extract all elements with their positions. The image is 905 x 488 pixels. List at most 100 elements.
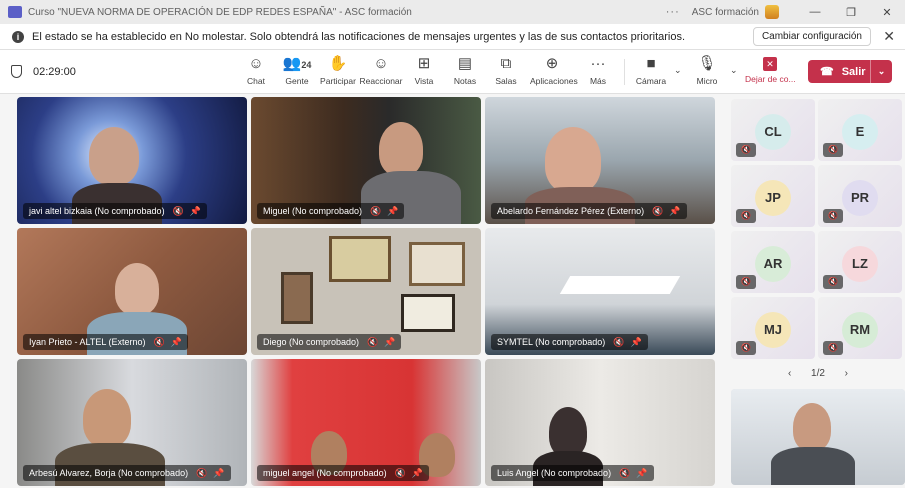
mic-button[interactable]: 🎙 Micro xyxy=(685,54,729,86)
avatar-tile[interactable]: AR 🔇 xyxy=(731,231,815,293)
pin-icon[interactable]: 📌 xyxy=(213,465,224,481)
participant-name-tag: javi altel bizkaia (No comprobado) 🔇 📌 xyxy=(23,203,207,219)
avatar-tile[interactable]: JP 🔇 xyxy=(731,165,815,227)
previous-page-icon[interactable]: ‹ xyxy=(788,368,791,379)
video-tile[interactable]: Abelardo Fernández Pérez (Externo) 🔇 📌 xyxy=(485,97,715,224)
apps-icon: ⊕ xyxy=(545,55,559,72)
mic-off-icon: 🔇 xyxy=(613,337,625,347)
participant-name: Iyan Prieto - ALTEL (Externo) xyxy=(29,337,146,347)
meeting-toolbar: 02:29:00 ☺ Chat 👥24 Gente ✋ Participar ☺… xyxy=(0,50,905,94)
participant-name-tag: miguel angel (No comprobado) 🔇 📌 xyxy=(257,465,430,481)
notes-button[interactable]: ▤ Notas xyxy=(443,54,487,86)
maximize-button[interactable]: ❐ xyxy=(833,6,869,19)
leave-label: Salir xyxy=(841,65,866,78)
conference-table xyxy=(559,276,681,294)
self-video-preview[interactable] xyxy=(731,389,905,485)
pin-icon[interactable]: 📌 xyxy=(387,203,398,219)
gallery-pager: ‹ 1/2 › xyxy=(788,368,848,379)
video-tile[interactable]: Arbesú Alvarez, Borja (No comprobado) 🔇 … xyxy=(17,359,247,486)
participant-name: Diego (No comprobado) xyxy=(263,337,360,347)
mic-off-icon: 🔇 xyxy=(736,341,756,355)
pin-icon[interactable]: 📌 xyxy=(412,465,423,481)
dnd-notice-bar: i El estado se ha establecido en No mole… xyxy=(0,24,905,50)
wall-picture xyxy=(329,236,391,282)
video-tile[interactable]: Miguel (No comprobado) 🔇 📌 xyxy=(251,97,481,224)
video-tile[interactable]: Iyan Prieto - ALTEL (Externo) 🔇 📌 xyxy=(17,228,247,355)
people-count: 24 xyxy=(301,60,312,70)
avatar: MJ xyxy=(755,312,791,348)
org-avatar[interactable] xyxy=(765,5,779,19)
mic-options-chevron-icon[interactable]: ⌄ xyxy=(730,65,738,76)
stop-sharing-label: Dejar de co... xyxy=(745,74,796,84)
participant-face xyxy=(83,389,131,447)
close-notice-icon[interactable]: ✕ xyxy=(883,28,895,45)
react-label: Reaccionar xyxy=(359,76,403,86)
people-icon: 👥 xyxy=(282,55,302,72)
mic-off-icon: 🔇 xyxy=(652,206,664,216)
pin-icon[interactable]: 📌 xyxy=(636,465,647,481)
participant-name: Miguel (No comprobado) xyxy=(263,206,363,216)
video-tile[interactable]: SYMTEL (No comprobado) 🔇 📌 xyxy=(485,228,715,355)
more-button[interactable]: ··· Más xyxy=(576,54,620,86)
video-grid: javi altel bizkaia (No comprobado) 🔇 📌 M… xyxy=(0,95,725,488)
pin-icon[interactable]: 📌 xyxy=(630,334,641,350)
window-titlebar: Curso "NUEVA NORMA DE OPERACIÓN DE EDP R… xyxy=(0,0,905,24)
people-button[interactable]: 👥24 Gente xyxy=(275,54,319,86)
avatar: LZ xyxy=(842,246,878,282)
participant-face xyxy=(379,122,423,176)
stop-sharing-button[interactable]: ✕ Dejar de co... xyxy=(745,54,796,84)
view-button[interactable]: ⊞ Vista xyxy=(402,54,446,86)
mic-off-icon: 🔇 xyxy=(619,468,631,478)
leave-options-chevron-icon[interactable]: ⌄ xyxy=(870,60,892,83)
avatar: RM xyxy=(842,312,878,348)
window-title: Curso "NUEVA NORMA DE OPERACIÓN DE EDP R… xyxy=(28,6,412,18)
camera-button[interactable]: ■ Cámara xyxy=(629,54,673,86)
video-tile[interactable]: javi altel bizkaia (No comprobado) 🔇 📌 xyxy=(17,97,247,224)
video-tile[interactable]: Luis Angel (No comprobado) 🔇 📌 xyxy=(485,359,715,486)
avatar-tile[interactable]: PR 🔇 xyxy=(818,165,902,227)
video-tile[interactable]: Diego (No comprobado) 🔇 📌 xyxy=(251,228,481,355)
pin-icon[interactable]: 📌 xyxy=(669,203,680,219)
teams-logo-icon xyxy=(8,6,22,18)
avatar-tile[interactable]: MJ 🔇 xyxy=(731,297,815,359)
titlebar-right: ··· ASC formación — ❐ ✕ xyxy=(666,0,905,24)
more-icon: ··· xyxy=(590,55,606,72)
camera-options-chevron-icon[interactable]: ⌄ xyxy=(674,65,682,76)
chat-button[interactable]: ☺ Chat xyxy=(234,54,278,86)
next-page-icon[interactable]: › xyxy=(845,368,848,379)
raise-hand-label: Participar xyxy=(320,76,356,86)
avatar-tile[interactable]: CL 🔇 xyxy=(731,99,815,161)
leave-button[interactable]: ☎ Salir ⌄ xyxy=(808,60,892,83)
raise-hand-button[interactable]: ✋ Participar xyxy=(316,54,360,86)
change-settings-button[interactable]: Cambiar configuración xyxy=(752,27,871,46)
rooms-button[interactable]: ⧉ Salas xyxy=(484,54,528,86)
self-body xyxy=(771,447,855,485)
avatar-tile[interactable]: LZ 🔇 xyxy=(818,231,902,293)
info-icon: i xyxy=(12,30,24,43)
org-name[interactable]: ASC formación xyxy=(692,7,759,18)
close-window-button[interactable]: ✕ xyxy=(869,6,905,19)
rooms-label: Salas xyxy=(495,76,517,86)
titlebar-more-icon[interactable]: ··· xyxy=(666,6,680,18)
participant-name: javi altel bizkaia (No comprobado) xyxy=(29,206,165,216)
participant-name-tag: Diego (No comprobado) 🔇 📌 xyxy=(257,334,402,350)
pin-icon[interactable]: 📌 xyxy=(171,334,182,350)
participant-name-tag: Arbesú Alvarez, Borja (No comprobado) 🔇 … xyxy=(23,465,231,481)
apps-button[interactable]: ⊕ Aplicaciones xyxy=(530,54,578,86)
participant-face xyxy=(545,127,601,193)
participant-name: Luis Angel (No comprobado) xyxy=(497,468,612,478)
video-tile[interactable]: miguel angel (No comprobado) 🔇 📌 xyxy=(251,359,481,486)
pin-icon[interactable]: 📌 xyxy=(190,203,201,219)
react-button[interactable]: ☺ Reaccionar xyxy=(359,54,403,86)
minimize-button[interactable]: — xyxy=(797,6,833,18)
avatar: PR xyxy=(842,180,878,216)
people-label: Gente xyxy=(285,76,309,86)
pin-icon[interactable]: 📌 xyxy=(384,334,395,350)
notes-icon: ▤ xyxy=(457,55,473,72)
mic-off-icon: 🔇 xyxy=(823,341,843,355)
mic-off-icon: 🔇 xyxy=(172,206,184,216)
avatar-tile[interactable]: RM 🔇 xyxy=(818,297,902,359)
avatar-tile[interactable]: E 🔇 xyxy=(818,99,902,161)
mic-off-icon: 🔇 xyxy=(823,209,843,223)
participant-head xyxy=(549,407,587,457)
